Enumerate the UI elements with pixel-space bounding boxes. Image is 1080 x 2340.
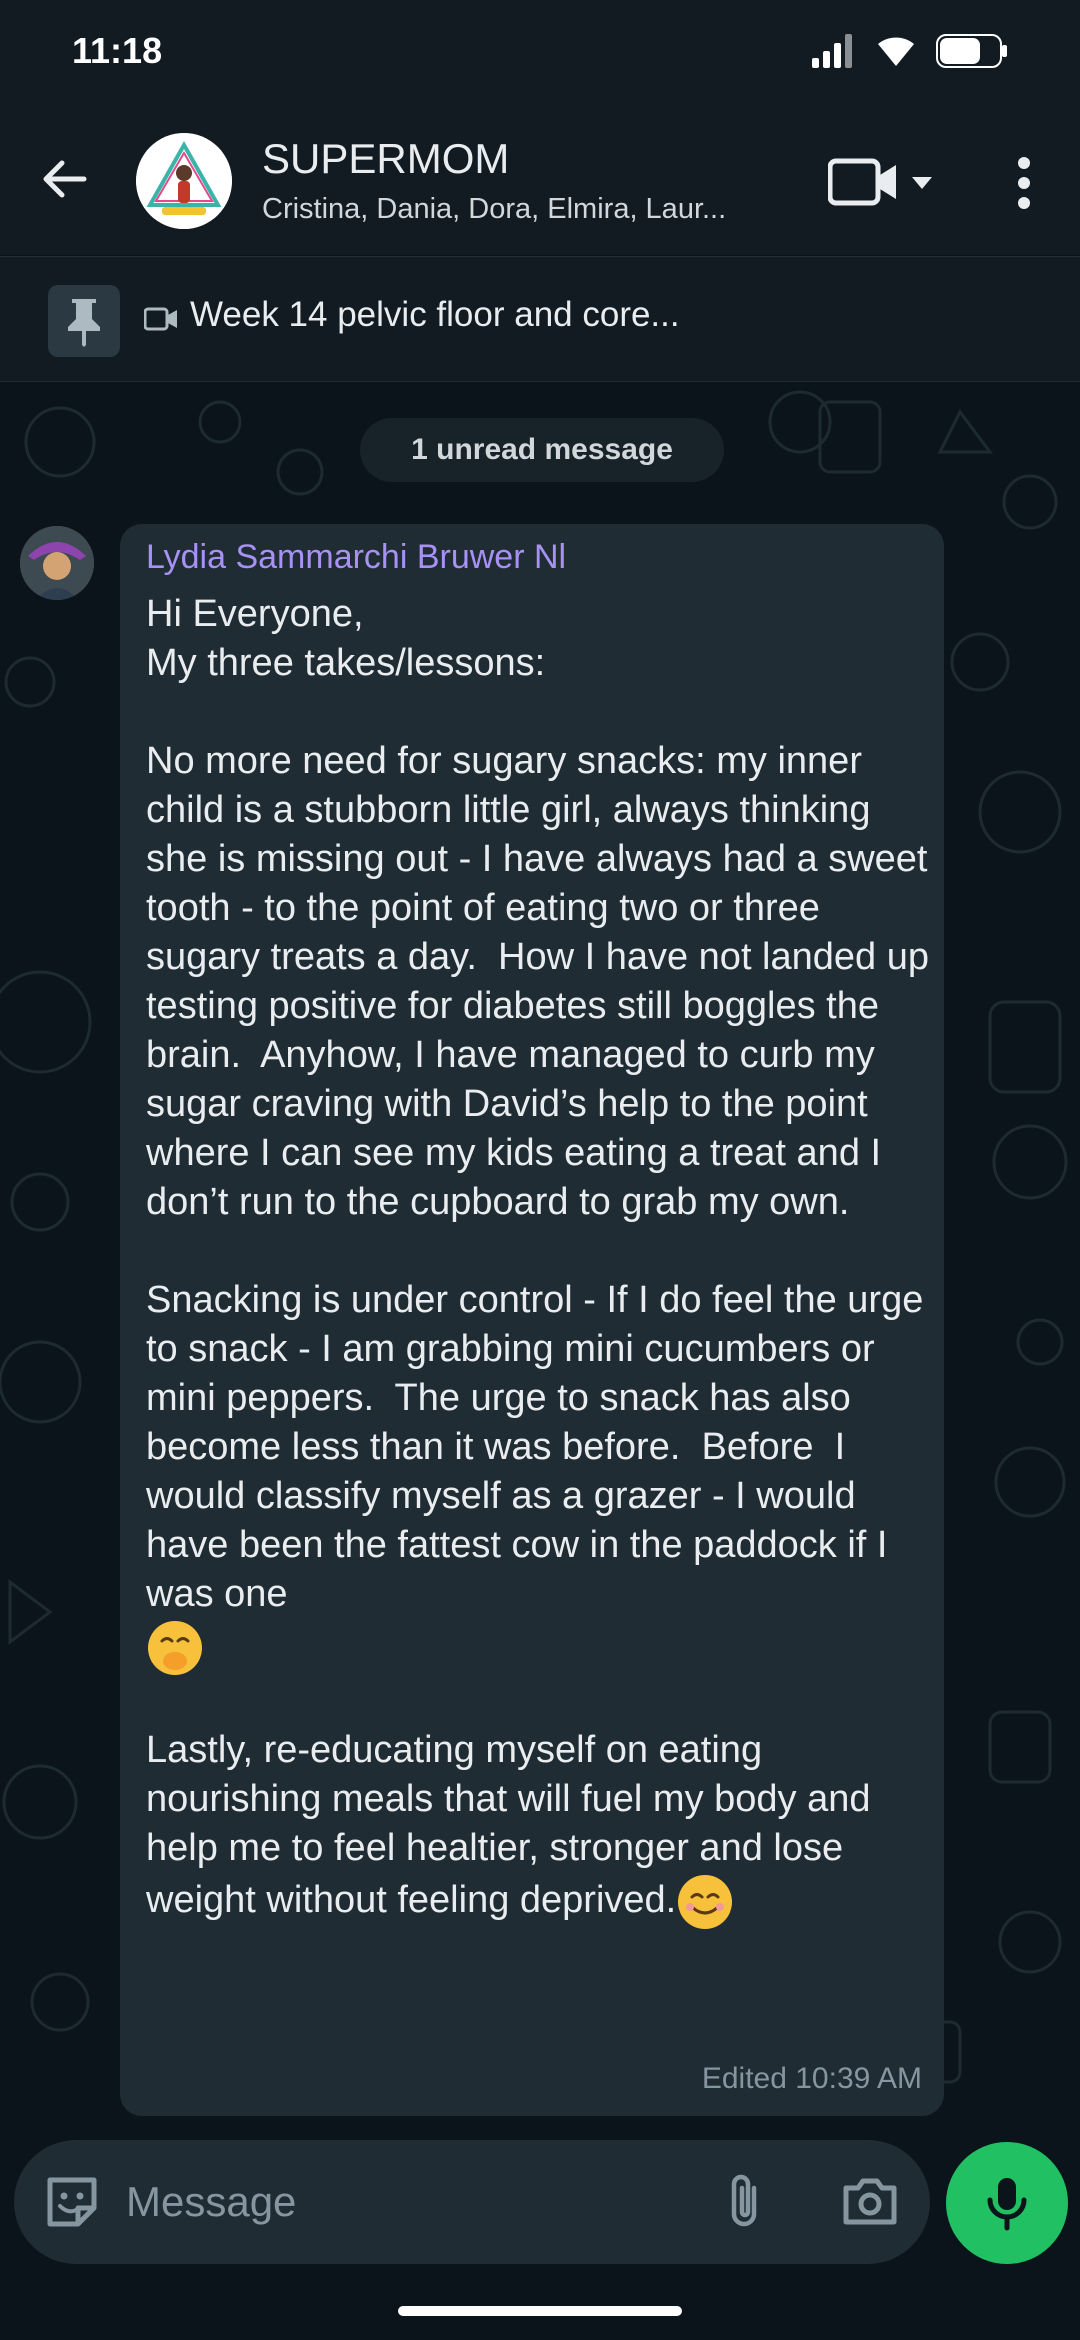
group-avatar[interactable] <box>136 133 232 229</box>
message-paragraph: Snacking is under control - If I do feel… <box>146 1279 934 1615</box>
unread-messages-badge: 1 unread message <box>360 418 724 482</box>
message-bubble[interactable]: Lydia Sammarchi Bruwer Nl Hi Everyone, M… <box>120 524 944 2116</box>
message-text[interactable]: Hi Everyone, My three takes/lessons: No … <box>146 590 936 1931</box>
smiling-face-emoji-icon <box>678 1875 733 1929</box>
status-icons <box>812 34 1008 68</box>
chat-participants[interactable]: Cristina, Dania, Dora, Elmira, Laur... <box>262 193 772 226</box>
message-input[interactable] <box>126 2170 686 2234</box>
chat-header: SUPERMOM Cristina, Dania, Dora, Elmira, … <box>0 105 1080 255</box>
message-paragraph: Lastly, re-educating myself on eating no… <box>146 1729 882 1922</box>
status-time: 11:18 <box>72 30 163 71</box>
status-bar: 11:18 <box>0 0 1080 105</box>
sender-name[interactable]: Lydia Sammarchi Bruwer Nl <box>146 538 566 577</box>
video-icon <box>144 307 177 331</box>
video-call-icon[interactable] <box>828 155 938 211</box>
signal-icon <box>812 34 852 68</box>
back-arrow-icon[interactable] <box>36 151 92 207</box>
more-options-icon[interactable] <box>1000 151 1048 215</box>
wifi-icon <box>878 37 914 66</box>
message-composer <box>14 2140 930 2264</box>
sender-avatar[interactable] <box>20 526 94 600</box>
message-paragraph: Hi Everyone, My three takes/lessons: <box>146 593 546 684</box>
group-logo-icon <box>136 133 232 229</box>
pinned-message-text[interactable]: Week 14 pelvic floor and core... <box>190 295 680 335</box>
system-navigation-bar <box>0 2272 1080 2340</box>
message-paragraph: No more need for sugary snacks: my inner… <box>146 740 940 1223</box>
home-indicator[interactable] <box>398 2306 682 2316</box>
face-with-hand-over-mouth-emoji-icon <box>148 1621 202 1675</box>
microphone-icon <box>987 2178 1027 2231</box>
battery-icon <box>936 34 1007 68</box>
camera-icon[interactable] <box>840 2172 900 2232</box>
voice-message-button[interactable] <box>946 2142 1068 2264</box>
chat-title[interactable]: SUPERMOM <box>262 135 509 183</box>
pinned-message-bar[interactable]: Week 14 pelvic floor and core... <box>0 256 1080 382</box>
pin-icon[interactable] <box>48 285 120 357</box>
attach-paperclip-icon[interactable] <box>714 2170 774 2234</box>
message-timestamp: Edited 10:39 AM <box>701 2062 922 2095</box>
sticker-icon[interactable] <box>42 2172 102 2232</box>
